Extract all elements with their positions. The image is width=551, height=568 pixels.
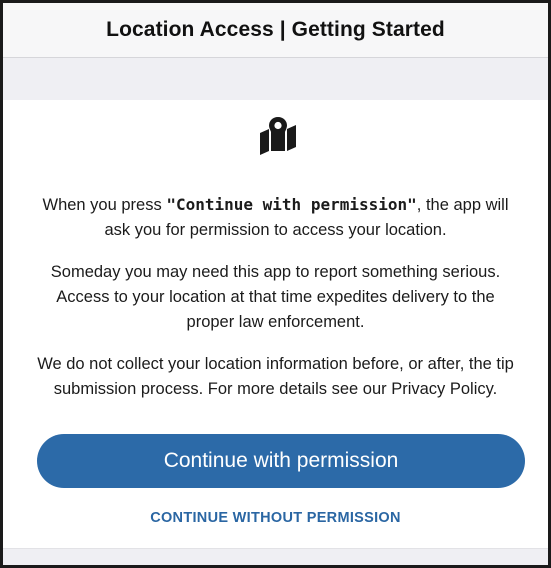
continue-with-permission-button[interactable]: Continue with permission (37, 434, 525, 488)
content-area: When you press "Continue with permission… (3, 100, 548, 549)
continue-without-permission-link[interactable]: CONTINUE WITHOUT PERMISSION (3, 510, 548, 526)
p1-bold-phrase: Continue with permission (175, 195, 408, 214)
p1-quote-close: " (407, 195, 417, 214)
privacy-text: We do not collect your location informat… (37, 355, 514, 398)
p1-prefix: When you press (42, 196, 167, 214)
p1-quote-open: " (166, 195, 176, 214)
reason-text: Someday you may need this app to report … (50, 263, 501, 331)
permission-explanation-text: When you press "Continue with permission… (33, 192, 518, 243)
header-spacer (3, 58, 548, 100)
page-title: Location Access | Getting Started (106, 18, 445, 41)
app-screen: Location Access | Getting Started When y… (0, 0, 551, 568)
footer-band (3, 548, 548, 565)
map-location-icon (260, 117, 296, 155)
navigation-bar: Location Access | Getting Started (3, 3, 548, 58)
